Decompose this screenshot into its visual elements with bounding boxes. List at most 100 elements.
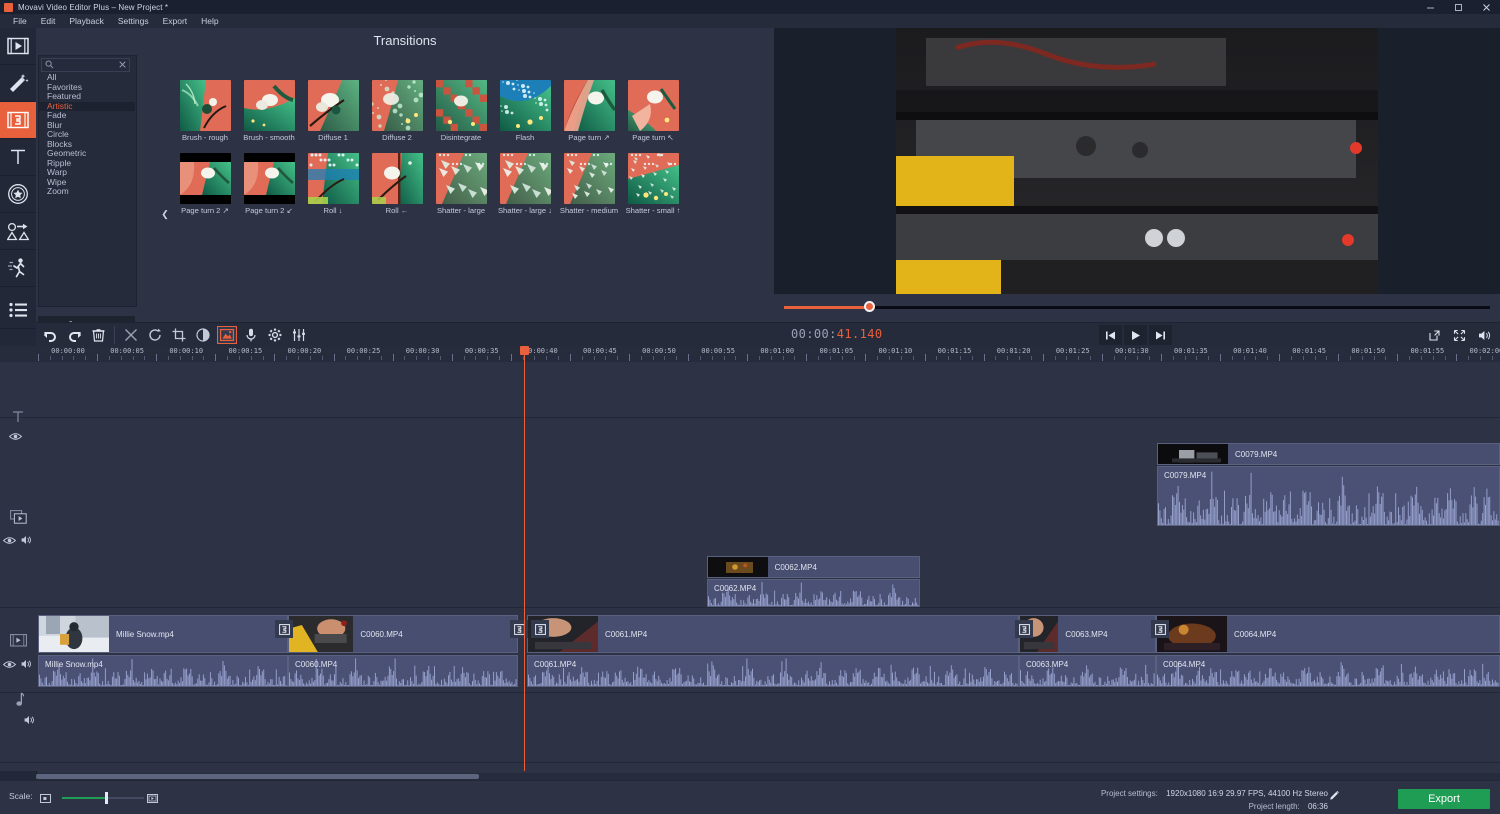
transition-marker[interactable]	[531, 620, 549, 638]
transition-marker[interactable]	[275, 620, 293, 638]
detach-player-icon[interactable]	[1423, 325, 1446, 345]
transition-thumbnail[interactable]	[243, 80, 295, 131]
transition-item[interactable]: Roll ↓	[301, 152, 365, 216]
eye-icon[interactable]	[2, 656, 16, 674]
color-adjust-button[interactable]	[192, 325, 214, 345]
transition-thumbnail[interactable]	[179, 80, 231, 131]
transition-item[interactable]: Shatter - small ↑	[621, 152, 685, 216]
clip-audio-strip[interactable]: C0079.MP4	[1157, 466, 1500, 526]
clip-audio-strip[interactable]: Millie Snow.mp4	[38, 655, 288, 687]
transition-item[interactable]: Roll ←	[365, 152, 429, 216]
transition-item[interactable]: Page turn ↗	[557, 80, 621, 143]
transition-item[interactable]: Flash	[493, 80, 557, 143]
transition-item[interactable]: Shatter - medium	[557, 152, 621, 216]
transition-thumbnail[interactable]	[627, 80, 679, 131]
menu-edit[interactable]: Edit	[34, 14, 63, 28]
transition-thumbnail[interactable]	[307, 80, 359, 131]
menu-file[interactable]: File	[6, 14, 34, 28]
search-box[interactable]	[41, 58, 130, 72]
timeline-clip[interactable]: C0061.MP4	[527, 615, 1019, 653]
close-button[interactable]	[1472, 0, 1500, 14]
timeline-hscroll-thumb[interactable]	[36, 774, 479, 779]
rail-import[interactable]	[0, 28, 36, 65]
export-button[interactable]: Export	[1398, 789, 1490, 809]
speaker-icon[interactable]	[21, 656, 33, 674]
cut-button[interactable]	[120, 325, 142, 345]
timeline-clip[interactable]: C0064.MP4	[1156, 615, 1500, 653]
preview-seek-track[interactable]	[784, 306, 1490, 309]
transition-marker[interactable]	[510, 620, 528, 638]
transition-thumbnail[interactable]	[307, 152, 359, 204]
menu-help[interactable]: Help	[194, 14, 225, 28]
eye-icon[interactable]	[8, 428, 23, 446]
transition-thumbnail[interactable]	[563, 80, 615, 131]
clip-audio-strip[interactable]: C0063.MP4	[1019, 655, 1156, 687]
transition-item[interactable]: Page turn 2 ↗	[173, 152, 237, 216]
eye-icon[interactable]	[2, 532, 16, 550]
preview-seek-handle[interactable]	[864, 301, 875, 312]
scale-in-icon[interactable]	[147, 791, 158, 809]
equalizer-button[interactable]	[288, 325, 310, 345]
collapse-sidebar-button[interactable]: ❮	[160, 202, 170, 226]
speaker-icon[interactable]	[24, 712, 36, 730]
minimize-button[interactable]	[1416, 0, 1444, 14]
transition-thumbnail[interactable]	[563, 152, 615, 204]
timeline-ruler[interactable]: 00:00:00 00:00:05 00:00:10 00:00:15 00:00:20…	[0, 346, 1500, 363]
transition-thumbnail[interactable]	[179, 152, 231, 204]
transition-thumbnail[interactable]	[371, 152, 423, 204]
transition-thumbnail[interactable]	[243, 152, 295, 204]
transition-item[interactable]: Shatter - large ↓	[493, 152, 557, 216]
category-zoom[interactable]: Zoom	[38, 186, 135, 197]
menu-settings[interactable]: Settings	[111, 14, 156, 28]
rail-animation[interactable]	[0, 213, 36, 250]
transition-item[interactable]: Brush - smooth	[237, 80, 301, 143]
fullscreen-icon[interactable]	[1448, 325, 1471, 345]
transition-item[interactable]: Disintegrate	[429, 80, 493, 143]
transition-thumbnail[interactable]	[627, 152, 679, 204]
next-frame-button[interactable]	[1149, 325, 1172, 345]
timeline[interactable]: C0079.MP4 C0079.MP4 C0062.MP4 C0062.MP4 Mill…	[0, 362, 1500, 771]
timeline-clip[interactable]: C0062.MP4	[707, 556, 920, 578]
rail-more-tools[interactable]	[0, 292, 36, 329]
menu-playback[interactable]: Playback	[62, 14, 111, 28]
rail-stickers[interactable]	[0, 176, 36, 213]
timeline-clip[interactable]: C0063.MP4	[1019, 615, 1156, 653]
play-button[interactable]	[1124, 325, 1147, 345]
menu-export[interactable]: Export	[156, 14, 195, 28]
transition-thumbnail[interactable]	[499, 152, 551, 204]
transition-thumbnail[interactable]	[435, 152, 487, 204]
pencil-icon[interactable]	[1329, 788, 1340, 806]
scale-out-icon[interactable]	[40, 791, 51, 809]
transition-item[interactable]: Brush - rough	[173, 80, 237, 143]
clip-audio-strip[interactable]: C0060.MP4	[288, 655, 518, 687]
rail-transitions[interactable]	[0, 102, 36, 139]
transition-thumbnail[interactable]	[499, 80, 551, 131]
timeline-hscrollbar[interactable]	[36, 773, 1500, 780]
rail-filters[interactable]	[0, 65, 36, 102]
clip-audio-strip[interactable]: C0062.MP4	[707, 579, 920, 607]
undo-button[interactable]	[39, 325, 61, 345]
clip-audio-strip[interactable]: C0064.MP4	[1156, 655, 1500, 687]
transition-marker[interactable]	[1015, 620, 1033, 638]
transition-item[interactable]: Shatter - large	[429, 152, 493, 216]
maximize-button[interactable]	[1444, 0, 1472, 14]
playhead-handle[interactable]	[520, 346, 530, 355]
transition-item[interactable]: Diffuse 2	[365, 80, 429, 143]
crop-button[interactable]	[168, 325, 190, 345]
record-audio-button[interactable]	[240, 325, 262, 345]
timeline-clip[interactable]: Millie Snow.mp4	[38, 615, 288, 653]
scale-slider-handle[interactable]	[105, 792, 108, 804]
speaker-icon[interactable]	[21, 532, 33, 550]
transition-thumbnail[interactable]	[371, 80, 423, 131]
image-tool-button[interactable]	[217, 326, 237, 344]
rail-highlight[interactable]	[0, 250, 36, 287]
rail-titles[interactable]	[0, 139, 36, 176]
clip-audio-strip[interactable]: C0061.MP4	[527, 655, 1019, 687]
transition-thumbnail[interactable]	[435, 80, 487, 131]
timeline-clip[interactable]: C0079.MP4	[1157, 443, 1500, 465]
transition-marker[interactable]	[1151, 620, 1169, 638]
prev-frame-button[interactable]	[1099, 325, 1122, 345]
volume-icon[interactable]	[1473, 325, 1496, 345]
transition-item[interactable]: Page turn ↖	[621, 80, 685, 143]
transition-item[interactable]: Diffuse 1	[301, 80, 365, 143]
